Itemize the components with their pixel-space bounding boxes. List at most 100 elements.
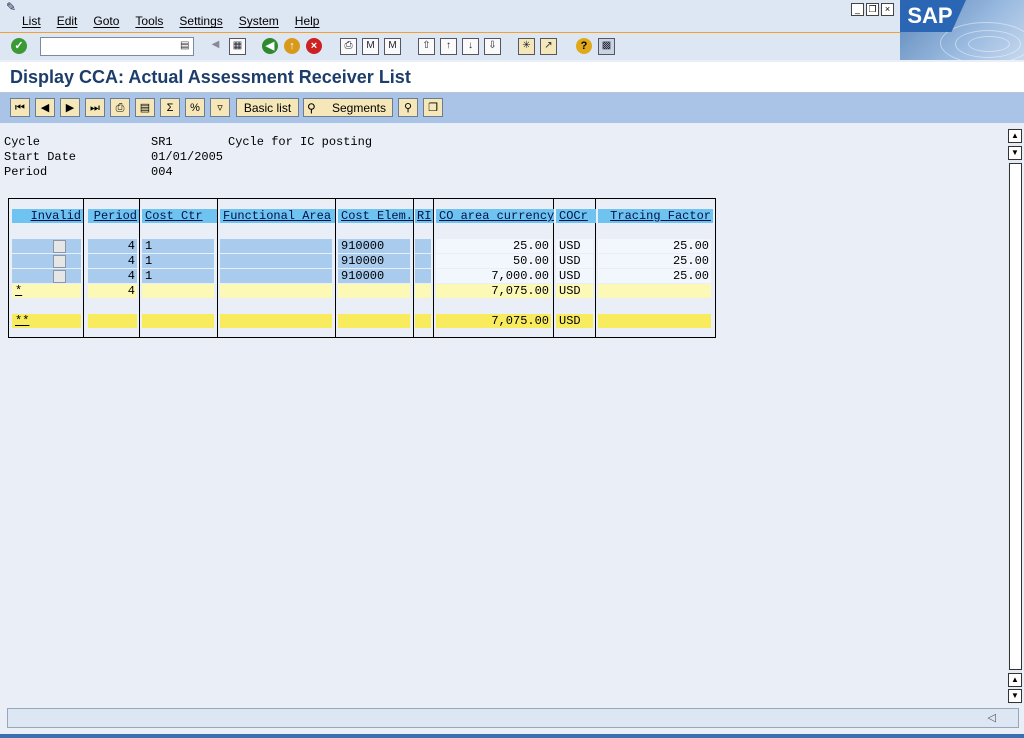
vertical-scrollbar[interactable]: ▲ ▼ ▲ ▼ xyxy=(1008,128,1022,704)
first-page-icon[interactable]: ⇧ xyxy=(418,38,435,55)
filter-icon[interactable]: ▿ xyxy=(210,98,230,117)
period-cell: 4 xyxy=(88,254,137,268)
copy-icon[interactable]: ❐ xyxy=(423,98,443,117)
zoom-icon[interactable]: ⚲ xyxy=(398,98,418,117)
find-icon[interactable]: M xyxy=(362,38,379,55)
menu-list: List Edit Goto Tools Settings System Hel… xyxy=(14,14,327,28)
create-session-icon[interactable]: ✳ xyxy=(518,38,535,55)
history-back-icon[interactable]: ◀ xyxy=(208,38,223,53)
period-value: 004 xyxy=(151,165,173,179)
exit-icon[interactable]: ↑ xyxy=(284,38,300,54)
period-label: Period xyxy=(4,165,48,179)
bottom-border xyxy=(0,734,1024,738)
menu-system[interactable]: System xyxy=(239,14,279,28)
menu-settings[interactable]: Settings xyxy=(179,14,222,28)
cost-elem-cell: 910000 xyxy=(338,254,410,268)
receiver-list-table: Invalid Period Cost Ctr Functional Area … xyxy=(8,198,716,338)
find-next-icon[interactable]: M xyxy=(384,38,401,55)
menu-goto[interactable]: Goto xyxy=(93,14,119,28)
save-icon[interactable]: ▦ xyxy=(229,38,246,55)
scroll-page-up-icon[interactable]: ▼ xyxy=(1008,146,1022,160)
shortcut-icon[interactable]: ↗ xyxy=(540,38,557,55)
back-icon[interactable]: ◀ xyxy=(262,38,278,54)
subtotal-amount: 7,075.00 xyxy=(436,284,551,298)
cost-ctr-cell: 1 xyxy=(142,269,214,283)
page-title: Display CCA: Actual Assessment Receiver … xyxy=(10,67,411,87)
col-cocr[interactable]: COCr xyxy=(556,209,596,223)
cycle-value: SR1 xyxy=(151,135,173,149)
tracing-factor-cell: 25.00 xyxy=(598,269,711,283)
ri-cell xyxy=(415,269,431,283)
first-item-icon[interactable]: ⏮ xyxy=(10,98,30,117)
status-expand-icon[interactable]: ◁ xyxy=(988,711,996,724)
scroll-thumb[interactable] xyxy=(1009,163,1022,670)
segments-button[interactable]: ⚲ Segments xyxy=(303,98,393,117)
basic-list-button[interactable]: Basic list xyxy=(236,98,299,117)
title-bar: Display CCA: Actual Assessment Receiver … xyxy=(0,62,1024,93)
col-functional-area[interactable]: Functional Area xyxy=(220,209,335,223)
invalid-checkbox[interactable] xyxy=(53,240,66,253)
period-cell: 4 xyxy=(88,239,137,253)
command-field[interactable]: ▤ xyxy=(40,37,194,56)
cocr-cell: USD xyxy=(556,239,593,253)
window-controls: _ ❐ × xyxy=(851,3,894,16)
subtotal-icon[interactable]: ▤ xyxy=(135,98,155,117)
menu-edit[interactable]: Edit xyxy=(57,14,78,28)
subtotal-marker[interactable]: * xyxy=(12,284,81,298)
magnifier-icon: ⚲ xyxy=(307,101,316,115)
col-cost-elem[interactable]: Cost Elem. xyxy=(338,209,413,223)
functional-area-cell xyxy=(220,254,332,268)
amount-cell: 7,000.00 xyxy=(436,269,551,283)
amount-cell: 50.00 xyxy=(436,254,551,268)
last-page-icon[interactable]: ⇩ xyxy=(484,38,501,55)
cost-elem-cell: 910000 xyxy=(338,269,410,283)
cycle-text: Cycle for IC posting xyxy=(228,135,373,149)
menu-tools[interactable]: Tools xyxy=(135,14,163,28)
period-cell: 4 xyxy=(88,269,137,283)
dropdown-icon[interactable]: ▤ xyxy=(180,40,190,52)
next-page-icon[interactable]: ↓ xyxy=(462,38,479,55)
start-date-label: Start Date xyxy=(4,150,77,164)
segments-label: Segments xyxy=(331,101,386,115)
cost-ctr-cell: 1 xyxy=(142,239,214,253)
menu-help[interactable]: Help xyxy=(295,14,320,28)
last-item-icon[interactable]: ⏭ xyxy=(85,98,105,117)
ri-cell xyxy=(415,254,431,268)
scroll-page-down-icon[interactable]: ▲ xyxy=(1008,673,1022,687)
col-tracing-factor[interactable]: Tracing Factor xyxy=(598,209,713,223)
col-ri[interactable]: RI xyxy=(415,209,433,223)
layout-menu-icon[interactable]: ▩ xyxy=(598,38,615,55)
enter-icon[interactable]: ✓ xyxy=(11,38,27,54)
percent-icon[interactable]: % xyxy=(185,98,205,117)
col-cost-ctr[interactable]: Cost Ctr xyxy=(142,209,217,223)
total-marker[interactable]: ** xyxy=(12,314,81,328)
scroll-down-icon[interactable]: ▼ xyxy=(1008,689,1022,703)
previous-item-icon[interactable]: ◀ xyxy=(35,98,55,117)
col-invalid[interactable]: Invalid xyxy=(12,209,83,223)
next-item-icon[interactable]: ▶ xyxy=(60,98,80,117)
minimize-icon[interactable]: _ xyxy=(851,3,864,16)
print-icon[interactable]: ⎙ xyxy=(340,38,357,55)
cost-ctr-cell: 1 xyxy=(142,254,214,268)
start-date-value: 01/01/2005 xyxy=(151,150,224,164)
sum-icon[interactable]: Σ xyxy=(160,98,180,117)
print-list-icon[interactable]: ⎙ xyxy=(110,98,130,117)
previous-page-icon[interactable]: ↑ xyxy=(440,38,457,55)
invalid-checkbox[interactable] xyxy=(53,270,66,283)
restore-icon[interactable]: ❐ xyxy=(866,3,879,16)
system-menu-icon[interactable]: ✎ xyxy=(6,1,20,13)
menu-bar: ✎ List Edit Goto Tools Settings System H… xyxy=(0,0,1024,33)
col-co-area-currency[interactable]: CO area currency xyxy=(436,209,554,223)
total-amount: 7,075.00 xyxy=(436,314,551,328)
application-toolbar: ⏮ ◀ ▶ ⏭ ⎙ ▤ Σ % ▿ Basic list ⚲ Segments … xyxy=(0,93,1024,123)
scroll-up-icon[interactable]: ▲ xyxy=(1008,129,1022,143)
help-icon[interactable]: ? xyxy=(576,38,592,54)
status-bar: ◁ xyxy=(7,708,1019,728)
cancel-icon[interactable]: × xyxy=(306,38,322,54)
col-period[interactable]: Period xyxy=(88,209,139,223)
tracing-factor-cell: 25.00 xyxy=(598,239,711,253)
menu-list-item[interactable]: List xyxy=(22,14,41,28)
close-window-icon[interactable]: × xyxy=(881,3,894,16)
invalid-checkbox[interactable] xyxy=(53,255,66,268)
ri-cell xyxy=(415,239,431,253)
